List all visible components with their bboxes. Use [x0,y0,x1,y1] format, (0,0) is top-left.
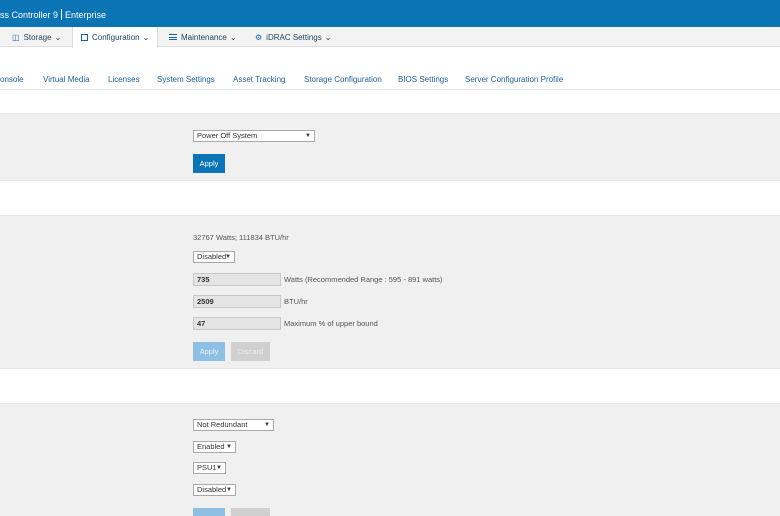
chevron-down-icon: ⌄ [54,32,62,42]
redundancy-policy-select[interactable]: Not Redundant ▼ [193,419,274,431]
menu-configuration[interactable]: Configuration ⌄ [72,27,159,48]
tab-licenses[interactable]: Licenses [108,75,140,84]
percent-label: Maximum % of upper bound [284,319,378,328]
tab-virtual-media[interactable]: Virtual Media [43,75,90,84]
redundancy-policy-value: Not Redundant [197,420,248,429]
power-cap-enable-select[interactable]: Disabled ▼ [193,251,235,263]
power-action-value: Power Off System [197,131,258,140]
primary-psu-value: PSU1 [197,463,217,472]
dropdown-arrow-icon: ▼ [264,422,270,428]
menu-storage[interactable]: ◫ Storage ⌄ [12,27,61,47]
configuration-subtabs: onsole Virtual Media Licenses System Set… [0,71,780,89]
product-name: ss Controller 9 [0,10,59,20]
app-title: ss Controller 9 Enterprise [0,9,106,20]
hot-spare-select[interactable]: Enabled ▼ [193,441,236,453]
section-header-band [0,180,780,216]
discard-button-partial[interactable] [231,508,270,516]
section-header-band [0,89,780,114]
menu-idrac-settings[interactable]: ⚙ iDRAC Settings ⌄ [255,27,331,47]
psu-option-value: Disabled [197,485,227,494]
chevron-down-icon: ⌄ [324,32,332,42]
title-divider [61,9,63,20]
power-capacity-text: 32767 Watts; 111834 BTU/hr [193,233,289,242]
app-header: ss Controller 9 Enterprise [0,0,780,27]
dropdown-arrow-icon: ▼ [305,133,311,139]
tab-virtual-console[interactable]: onsole [0,75,24,84]
dropdown-arrow-icon: ▼ [226,444,232,450]
chevron-down-icon: ⌄ [142,33,150,42]
menu-idrac-settings-label: iDRAC Settings [266,32,322,42]
psu-config-panel [0,404,780,516]
chevron-down-icon: ⌄ [229,32,237,42]
apply-button-disabled[interactable]: Apply [193,342,225,361]
apply-button[interactable]: Apply [193,154,225,173]
menu-maintenance[interactable]: Maintenance ⌄ [169,27,237,47]
section-header-band [0,368,780,404]
tab-server-configuration-profile[interactable]: Server Configuration Profile [465,75,563,84]
power-cap-panel [0,216,780,368]
power-cap-enable-value: Disabled [197,252,227,261]
maintenance-icon [169,34,177,40]
menu-storage-label: Storage [23,32,52,42]
watts-label: Watts (Recommended Range : 595 - 891 wat… [284,275,443,284]
license-edition: Enterprise [65,10,107,20]
tab-storage-configuration[interactable]: Storage Configuration [304,75,382,84]
primary-psu-select[interactable]: PSU1 ▼ [193,462,226,474]
dropdown-arrow-icon: ▼ [225,254,231,260]
storage-icon: ◫ [12,32,20,42]
btu-label: BTU/hr [284,297,308,306]
percent-field[interactable]: 47 [193,317,281,330]
tab-bios-settings[interactable]: BIOS Settings [398,75,448,84]
menu-configuration-label: Configuration [92,33,140,42]
power-action-panel [0,114,780,180]
configuration-icon [81,34,88,41]
main-menu: ◫ Storage ⌄ Configuration ⌄ Maintenance … [0,27,780,48]
apply-button-partial[interactable] [193,508,225,516]
dropdown-arrow-icon: ▼ [216,465,222,471]
tab-system-settings[interactable]: System Settings [157,75,215,84]
discard-button-disabled[interactable]: Discard [231,342,270,361]
hot-spare-value: Enabled [197,442,225,451]
idrac-settings-icon: ⚙ [255,32,263,42]
dropdown-arrow-icon: ▼ [226,487,232,493]
menu-maintenance-label: Maintenance [181,32,227,42]
power-action-select[interactable]: Power Off System ▼ [193,130,315,142]
psu-option-select[interactable]: Disabled ▼ [193,484,236,496]
watts-field[interactable]: 735 [193,273,281,286]
btu-field[interactable]: 2509 [193,295,281,308]
tab-asset-tracking[interactable]: Asset Tracking [233,75,285,84]
